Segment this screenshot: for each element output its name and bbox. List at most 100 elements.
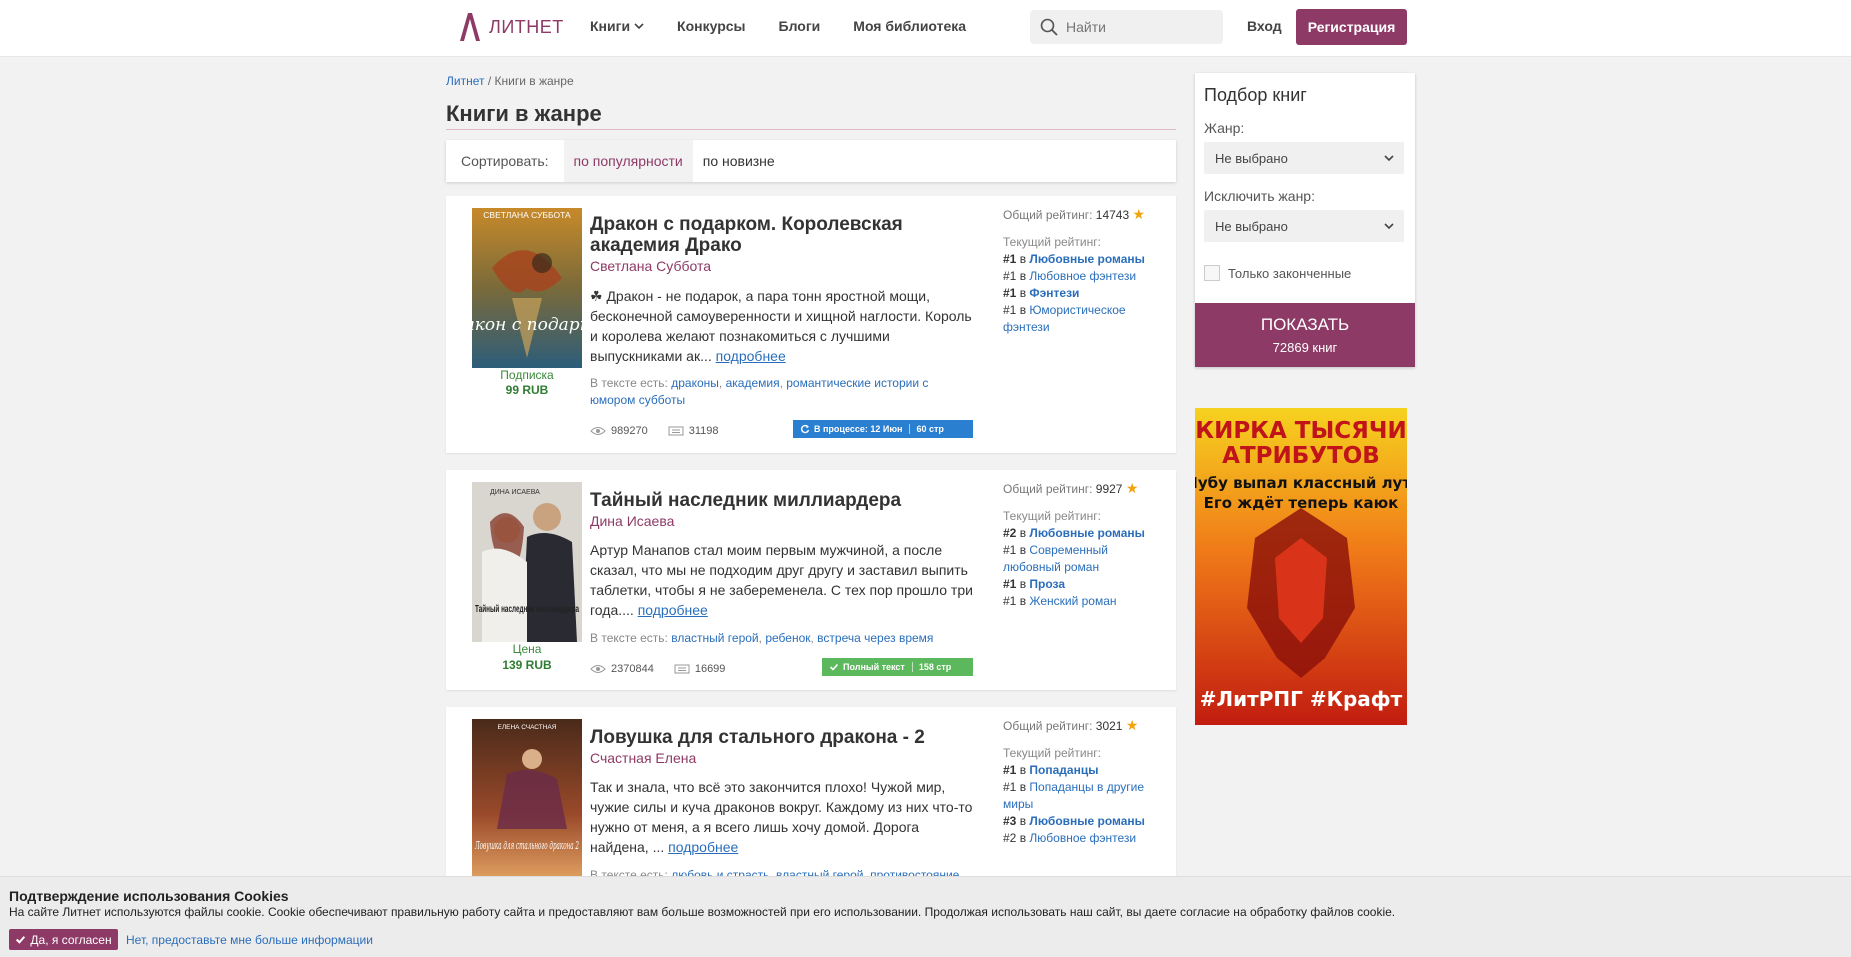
advertisement-banner[interactable]: КИРКА ТЫСЯЧИ АТРИБУТОВ Нубу выпал классн… (1195, 408, 1407, 725)
keyboard-icon (668, 426, 684, 436)
rank-row: #1 в Любовное фэнтези (1003, 269, 1137, 283)
show-button[interactable]: ПОКАЗАТЬ 72869 книг (1195, 303, 1415, 367)
check-icon (16, 936, 26, 944)
ad-line4: Его ждёт теперь каюк (1204, 494, 1399, 512)
breadcrumb-separator: / (484, 74, 495, 88)
checkbox-box[interactable] (1204, 265, 1220, 281)
rank-genre-link[interactable]: Любовное фэнтези (1029, 269, 1136, 283)
rank-row: #2 в Любовное фэнтези (1003, 831, 1137, 845)
total-rating: Общий рейтинг: 14743 ★ (1003, 206, 1168, 224)
sort-bar: Сортировать: по популярности по новизне (446, 140, 1176, 182)
status-text: В процессе: 12 Июн (814, 424, 903, 434)
cookie-more-info-link[interactable]: Нет, предоставьте мне больше информации (126, 933, 373, 947)
total-rating-value: 14743 (1095, 208, 1130, 222)
rank-genre-link[interactable]: Женский роман (1029, 594, 1116, 608)
book-card: ДИНА ИСАЕВА Тайный наследник миллиардера… (446, 470, 1176, 690)
rank-row: #1 в Фэнтези (1003, 286, 1080, 300)
rank-row: #1 в Женский роман (1003, 594, 1117, 608)
breadcrumb-home[interactable]: Литнет (446, 74, 484, 88)
nav-my-library[interactable]: Моя библиотека (853, 18, 966, 34)
book-description-text: Так и знала, что всё это закончится плох… (590, 779, 973, 855)
book-cover[interactable]: СВЕТЛАНА СУББОТА Дракон с подарком (472, 208, 582, 368)
book-author[interactable]: Дина Исаева (590, 513, 674, 529)
show-button-label: ПОКАЗАТЬ (1260, 315, 1350, 334)
tag-link[interactable]: академия (726, 376, 780, 390)
tags-label: В тексте есть: (590, 376, 668, 390)
search-box[interactable] (1030, 10, 1223, 44)
sort-popular-option[interactable]: по популярности (563, 140, 693, 182)
finished-only-checkbox[interactable]: Только законченные (1204, 265, 1351, 281)
book-title[interactable]: Тайный наследник миллиардера (590, 490, 970, 511)
cover-author-text: ЕЛЕНА СЧАСТНАЯ (498, 724, 557, 731)
tag-link[interactable]: драконы (671, 376, 719, 390)
nav-books[interactable]: Книги (590, 18, 644, 34)
book-author[interactable]: Светлана Суббота (590, 258, 711, 274)
cover-title-text: Тайный наследник миллиардера (475, 604, 579, 615)
book-description: ☘ Дракон - не подарок, а пара тонн ярост… (590, 286, 980, 366)
eye-icon (590, 665, 606, 673)
cover-author-text: СВЕТЛАНА СУББОТА (483, 210, 571, 220)
book-author[interactable]: Счастная Елена (590, 750, 696, 766)
search-input[interactable] (1066, 19, 1206, 35)
book-stats: 989270 31198 (590, 425, 719, 437)
rank-row: #1 в Современный любовный роман (1003, 543, 1108, 574)
views-value: 2370844 (611, 663, 654, 675)
rank-genre-link[interactable]: Любовное фэнтези (1029, 831, 1136, 845)
refresh-icon (800, 424, 810, 434)
star-icon: ★ (1125, 480, 1139, 496)
cover-author-text: ДИНА ИСАЕВА (490, 489, 540, 496)
cookie-agree-button[interactable]: Да, я согласен (9, 929, 118, 950)
book-cover[interactable]: ДИНА ИСАЕВА Тайный наследник миллиардера (472, 482, 582, 652)
tag-link[interactable]: ребенок (765, 631, 810, 645)
read-more-link[interactable]: подробнее (716, 348, 786, 364)
exclude-genre-label: Исключить жанр: (1204, 188, 1315, 204)
rank-row: #3 в Любовные романы (1003, 814, 1145, 828)
logo[interactable]: ЛИТНЕТ (457, 12, 564, 42)
comments-value: 31198 (688, 425, 719, 437)
login-link[interactable]: Вход (1247, 18, 1282, 34)
book-description: Так и знала, что всё это закончится плох… (590, 777, 980, 857)
book-cover[interactable]: ЕЛЕНА СЧАСТНАЯ Ловушка для стального дра… (472, 719, 582, 889)
site-header: ЛИТНЕТ Книги Конкурсы Блоги Моя библиоте… (0, 0, 1851, 57)
current-rating-label: Текущий рейтинг: (1003, 746, 1101, 760)
rank-row: #1 в Попаданцы (1003, 763, 1099, 777)
total-rating-value: 9927 (1095, 482, 1123, 496)
sort-newest-option[interactable]: по новизне (693, 153, 785, 169)
pages-count: 60 стр (909, 424, 944, 434)
book-title[interactable]: Дракон с подарком. Королевская академия … (590, 214, 920, 256)
tag-link[interactable]: встреча через время (817, 631, 933, 645)
read-more-link[interactable]: подробнее (668, 839, 738, 855)
comments-count: 31198 (668, 425, 719, 437)
ad-line1: КИРКА ТЫСЯЧИ (1195, 418, 1406, 444)
tags-label: В тексте есть: (590, 631, 668, 645)
genre-select[interactable]: Не выбрано (1204, 142, 1404, 174)
status-text: Полный текст (843, 662, 905, 672)
rank-genre-link[interactable]: Любовные романы (1029, 526, 1145, 540)
book-rating: Общий рейтинг: 14743 ★ Текущий рейтинг: … (1003, 206, 1168, 336)
book-title[interactable]: Ловушка для стального дракона - 2 (590, 727, 970, 748)
read-more-link[interactable]: подробнее (638, 602, 708, 618)
cover-title-text: Дракон с подарком (472, 315, 582, 335)
cookie-title: Подтверждение использования Cookies (9, 888, 289, 904)
nav-contests[interactable]: Конкурсы (677, 18, 745, 34)
current-rating-label: Текущий рейтинг: (1003, 509, 1101, 523)
ad-line2: АТРИБУТОВ (1222, 443, 1380, 469)
rank-genre-link[interactable]: Фэнтези (1029, 286, 1079, 300)
exclude-select-value: Не выбрано (1215, 218, 1288, 234)
rank-genre-link[interactable]: Проза (1029, 577, 1065, 591)
rank-genre-link[interactable]: Попаданцы (1029, 763, 1098, 777)
rank-row: #1 в Юмористическое фэнтези (1003, 303, 1126, 334)
book-description: Артур Манапов стал моим первым мужчиной,… (590, 540, 980, 620)
status-badge: В процессе: 12 Июн 60 стр (793, 420, 973, 438)
rank-genre-link[interactable]: Любовные романы (1029, 252, 1145, 266)
rank-row: #1 в Любовные романы (1003, 252, 1145, 266)
genre-select-value: Не выбрано (1215, 150, 1288, 166)
nav-blogs[interactable]: Блоги (779, 18, 821, 34)
results-count: 72869 книг (1272, 340, 1338, 355)
rank-genre-link[interactable]: Любовные романы (1029, 814, 1145, 828)
register-button[interactable]: Регистрация (1296, 9, 1407, 45)
exclude-genre-select[interactable]: Не выбрано (1204, 210, 1404, 242)
chevron-down-icon (1384, 155, 1394, 162)
price-type: Цена (512, 642, 542, 656)
tag-link[interactable]: властный герой (671, 631, 758, 645)
